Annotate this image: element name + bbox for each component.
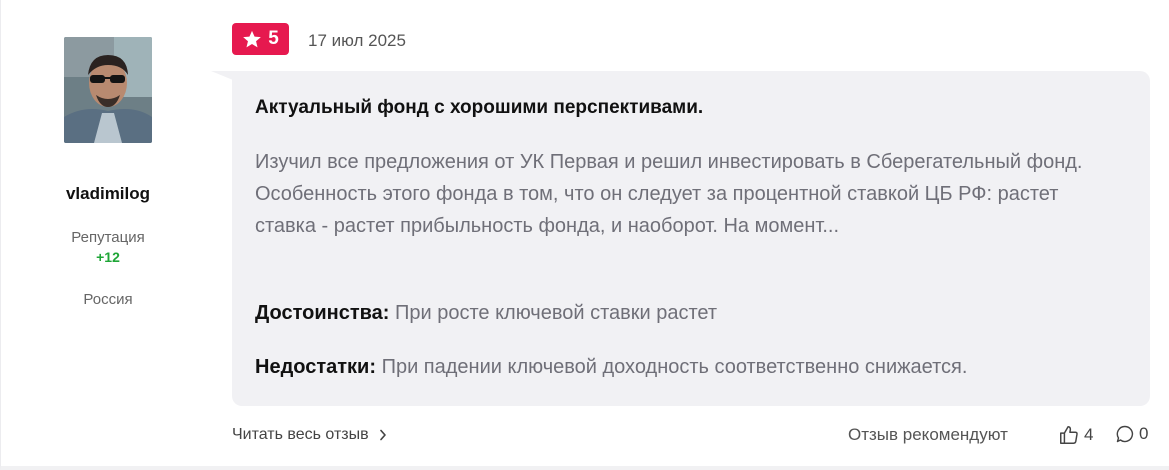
star-icon: [243, 30, 262, 47]
reputation-value: +12: [96, 249, 120, 265]
read-full-label: Читать весь отзыв: [232, 426, 369, 443]
cons-text: При падении ключевой доходность соответс…: [376, 356, 968, 378]
pros-label: Достоинства:: [255, 302, 390, 324]
review-cons: Недостатки: При падении ключевой доходно…: [255, 356, 967, 379]
comments-count: 0: [1139, 424, 1149, 443]
rating-badge: 5: [232, 23, 289, 55]
review-pros: Достоинства: При росте ключевой ставки р…: [255, 302, 717, 325]
chevron-right-icon: [379, 429, 386, 441]
author-country: Россия: [83, 291, 133, 308]
bubble-tail: [211, 71, 233, 80]
pros-text: При росте ключевой ставки растет: [389, 302, 718, 324]
review-title[interactable]: Актуальный фонд с хорошими перспективами…: [255, 97, 703, 119]
comments-button[interactable]: 0: [1115, 424, 1148, 444]
review-text: Изучил все предложения от УК Первая и ре…: [255, 151, 1083, 237]
author-username[interactable]: vladimilog: [0, 184, 216, 204]
like-button[interactable]: 4: [1058, 424, 1093, 446]
review-date: 17 июл 2025: [308, 31, 406, 50]
rating-value: 5: [268, 28, 279, 49]
recommend-text: Отзыв рекомендуют: [848, 425, 1008, 444]
likes-count: 4: [1084, 425, 1094, 444]
thumbs-up-icon: [1060, 426, 1078, 444]
avatar-photo-icon: [64, 37, 152, 143]
comment-bubble-icon: [1116, 425, 1134, 443]
read-full-review-link[interactable]: Читать весь отзыв: [232, 426, 387, 444]
cons-label: Недостатки:: [255, 356, 377, 378]
reputation-label: Репутация: [71, 229, 145, 246]
avatar[interactable]: [64, 37, 152, 143]
